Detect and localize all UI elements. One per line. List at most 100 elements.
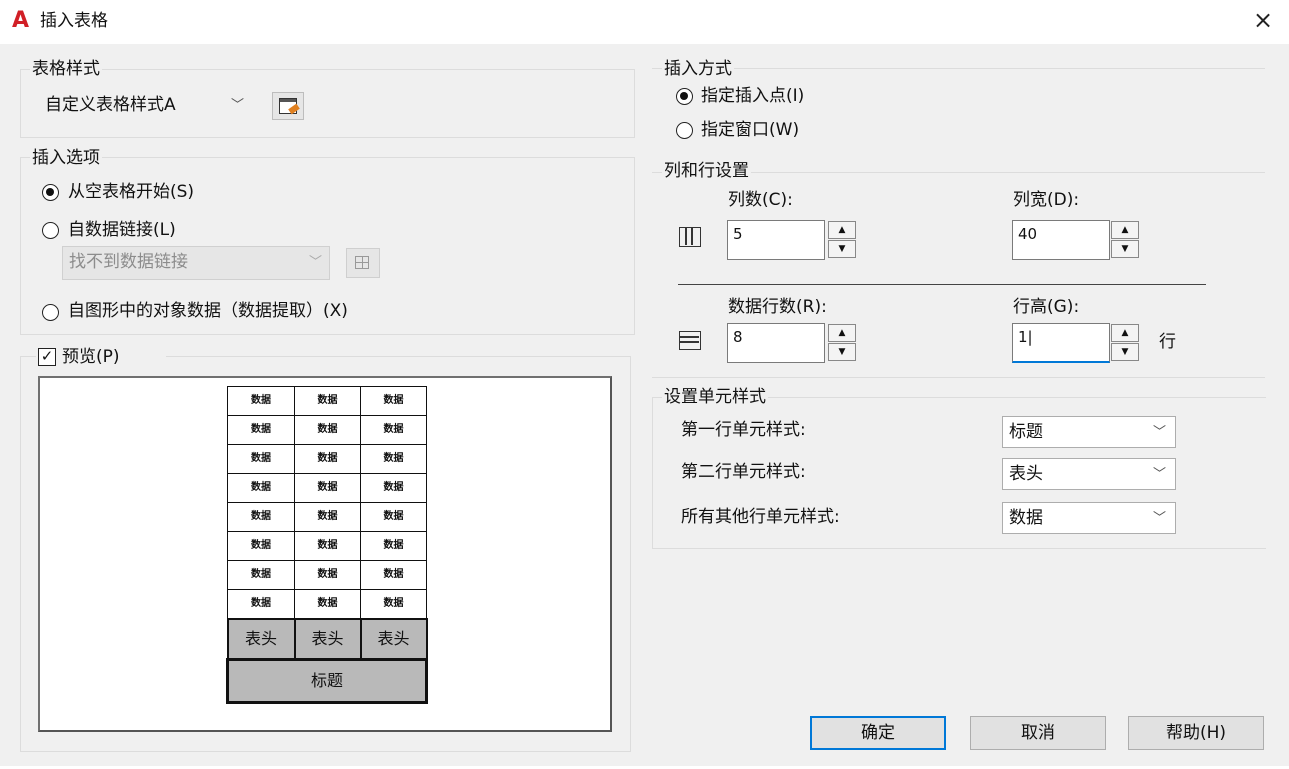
data-link-placeholder: 找不到数据链接: [69, 252, 188, 272]
col-width-input[interactable]: 40: [1012, 220, 1110, 260]
preview-data-cell: 数据: [360, 415, 427, 445]
second-row-style-value: 表头: [1009, 464, 1043, 484]
insert-window-radio[interactable]: [676, 122, 693, 139]
spin-up-icon[interactable]: ▲: [1111, 324, 1139, 342]
spin-up-icon[interactable]: ▲: [1111, 221, 1139, 239]
col-count-input[interactable]: 5: [727, 220, 825, 260]
help-button[interactable]: 帮助(H): [1128, 716, 1264, 750]
preview-header-row: 表头 表头 表头: [226, 618, 428, 661]
preview-data-cell: 数据: [360, 560, 427, 590]
data-link-manager-button: [346, 248, 380, 278]
insert-point-label: 指定插入点(I): [701, 86, 805, 106]
insert-window-label: 指定窗口(W): [701, 120, 800, 140]
preview-data-cell: 数据: [294, 589, 361, 620]
preview-data-cell: 数据: [360, 589, 427, 620]
spin-up-icon[interactable]: ▲: [828, 324, 856, 342]
preview-label: 预览(P): [62, 347, 120, 367]
preview-data-row: 数据 数据 数据: [227, 589, 427, 620]
preview-data-row: 数据 数据 数据: [227, 502, 427, 532]
preview-data-cell: 数据: [294, 502, 361, 532]
spin-up-icon[interactable]: ▲: [828, 221, 856, 239]
close-icon[interactable]: ×: [1245, 4, 1281, 38]
preview-data-row: 数据 数据 数据: [227, 531, 427, 561]
preview-title-row: 标题: [226, 658, 428, 704]
preview-data-cell: 数据: [360, 444, 427, 474]
first-row-style-dropdown[interactable]: 标题 ﹀: [1002, 416, 1176, 448]
preview-data-cell: 数据: [227, 560, 295, 590]
preview-data-cell: 数据: [227, 386, 295, 416]
chevron-down-icon: ﹀: [1153, 425, 1167, 440]
from-link-label: 自数据链接(L): [68, 220, 176, 240]
from-drawing-radio[interactable]: [42, 304, 59, 321]
title-bar: [0, 0, 1289, 44]
data-link-icon: [355, 256, 369, 269]
preview-data-cell: 数据: [227, 473, 295, 503]
rows-icon: [679, 331, 701, 350]
row-count-label: 数据行数(R):: [728, 297, 827, 317]
preview-data-cell: 数据: [294, 473, 361, 503]
table-style-value: 自定义表格样式A: [45, 95, 176, 115]
preview-data-cell: 数据: [360, 502, 427, 532]
preview-header-cell: 表头: [293, 618, 362, 661]
preview-data-cell: 数据: [360, 531, 427, 561]
preview-data-row: 数据 数据 数据: [227, 415, 427, 445]
preview-data-cell: 数据: [294, 444, 361, 474]
from-empty-label: 从空表格开始(S): [68, 182, 195, 202]
preview-data-cell: 数据: [360, 473, 427, 503]
preview-data-cell: 数据: [227, 531, 295, 561]
first-row-style-label: 第一行单元样式:: [681, 420, 806, 440]
insert-options-legend: 插入选项: [30, 147, 102, 169]
table-style-dropdown[interactable]: 自定义表格样式A ﹀: [38, 89, 254, 121]
other-row-style-label: 所有其他行单元样式:: [681, 507, 840, 527]
row-count-spinner[interactable]: ▲ ▼: [828, 324, 856, 362]
row-height-input[interactable]: 1|: [1012, 323, 1110, 363]
spin-down-icon[interactable]: ▼: [828, 343, 856, 361]
row-unit-label: 行: [1159, 332, 1176, 352]
col-row-legend: 列和行设置: [662, 160, 751, 182]
preview-data-cell: 数据: [360, 386, 427, 416]
ok-button[interactable]: 确定: [810, 716, 946, 750]
second-row-style-label: 第二行单元样式:: [681, 462, 806, 482]
from-drawing-label: 自图形中的对象数据（数据提取）(X): [68, 301, 348, 321]
col-width-label: 列宽(D):: [1013, 190, 1080, 210]
preview-data-cell: 数据: [227, 415, 295, 445]
preview-data-row: 数据 数据 数据: [227, 444, 427, 474]
spin-down-icon[interactable]: ▼: [1111, 343, 1139, 361]
col-count-spinner[interactable]: ▲ ▼: [828, 221, 856, 259]
insert-point-radio[interactable]: [676, 88, 693, 105]
preview-checkbox[interactable]: ✓: [38, 348, 56, 366]
first-row-style-value: 标题: [1009, 422, 1043, 442]
other-row-style-value: 数据: [1009, 508, 1043, 528]
col-count-label: 列数(C):: [728, 190, 793, 210]
from-link-radio[interactable]: [42, 222, 59, 239]
preview-table: 数据 数据 数据 数据 数据 数据 数据 数据 数据 数据 数据 数据 数据 数据 数据 数据 数据 数据 数据 数据…: [226, 386, 428, 704]
row-height-spinner[interactable]: ▲ ▼: [1111, 324, 1139, 362]
cancel-button[interactable]: 取消: [970, 716, 1106, 750]
preview-header-cell: 表头: [359, 618, 428, 661]
from-empty-radio[interactable]: [42, 184, 59, 201]
spin-down-icon[interactable]: ▼: [828, 240, 856, 258]
spin-down-icon[interactable]: ▼: [1111, 240, 1139, 258]
second-row-style-dropdown[interactable]: 表头 ﹀: [1002, 458, 1176, 490]
cell-styles-legend: 设置单元样式: [662, 386, 768, 408]
chevron-down-icon: ﹀: [1153, 467, 1167, 482]
separator-line: [678, 284, 1206, 285]
preview-data-cell: 数据: [294, 560, 361, 590]
preview-data-row: 数据 数据 数据: [227, 386, 427, 416]
other-row-style-dropdown[interactable]: 数据 ﹀: [1002, 502, 1176, 534]
window-title: 插入表格: [40, 11, 108, 31]
preview-header-cell: 表头: [226, 618, 296, 661]
launch-table-style-button[interactable]: [272, 92, 304, 120]
preview-data-cell: 数据: [294, 531, 361, 561]
row-count-input[interactable]: 8: [727, 323, 825, 363]
preview-data-cell: 数据: [227, 589, 295, 620]
table-style-legend: 表格样式: [30, 58, 102, 80]
chevron-down-icon: ﹀: [231, 98, 245, 113]
preview-data-row: 数据 数据 数据: [227, 473, 427, 503]
columns-icon: [679, 227, 701, 247]
preview-data-cell: 数据: [294, 386, 361, 416]
preview-title-cell: 标题: [226, 658, 428, 704]
insert-method-legend: 插入方式: [662, 58, 734, 80]
col-width-spinner[interactable]: ▲ ▼: [1111, 221, 1139, 259]
chevron-down-icon: ﹀: [1153, 511, 1167, 526]
